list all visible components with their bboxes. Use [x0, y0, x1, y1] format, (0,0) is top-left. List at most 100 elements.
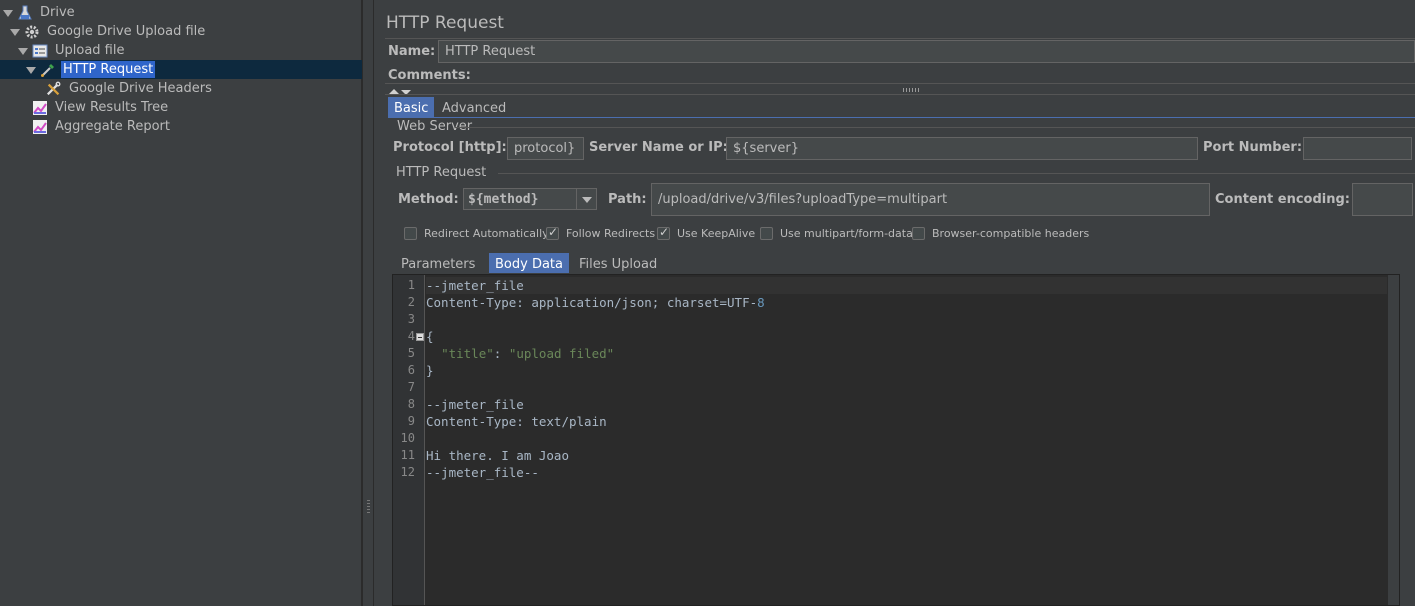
redirect-automatically-checkbox[interactable]: Redirect Automatically: [404, 227, 549, 240]
protocol-field[interactable]: protocol}: [507, 137, 584, 160]
tree-item-label: Upload file: [55, 43, 125, 58]
body-data-editor[interactable]: 1 2 3 4 5 6 7 8 9 10 11 12 --jmeter_file…: [392, 274, 1400, 606]
tab-advanced[interactable]: Advanced: [436, 99, 512, 118]
code-line: --jmeter_file: [426, 278, 524, 293]
divider: [385, 83, 1415, 84]
pipette-icon: [40, 62, 56, 78]
checkbox-box[interactable]: [760, 227, 773, 240]
follow-redirects-checkbox[interactable]: Follow Redirects: [546, 225, 656, 240]
panel-splitter[interactable]: [362, 0, 374, 606]
fold-icon[interactable]: [416, 333, 424, 341]
comments-label: Comments:: [388, 68, 471, 83]
use-multipart-checkbox[interactable]: Use multipart/form-data: [760, 227, 913, 240]
chevron-down-icon[interactable]: [576, 189, 596, 209]
line-number: 2: [407, 295, 415, 309]
method-label: Method:: [398, 192, 459, 207]
code-line: Content-Type: text/plain: [426, 414, 607, 429]
code-line: "title": "upload filed": [441, 346, 615, 361]
use-keepalive-checkbox[interactable]: Use KeepAlive: [657, 225, 756, 240]
tree-item-http-request[interactable]: HTTP Request: [0, 60, 362, 79]
tree-item-headers[interactable]: Google Drive Headers: [46, 79, 214, 98]
divider: [385, 94, 1415, 95]
method-value: ${method}: [468, 191, 539, 207]
http-request-panel: HTTP Request Name: HTTP Request Comments…: [375, 0, 1415, 606]
tree-item-aggregate-report[interactable]: Aggregate Report: [32, 117, 172, 136]
expand-arrow-icon[interactable]: [3, 8, 13, 18]
flask-icon: [17, 5, 33, 21]
editor-scrollbar[interactable]: [1387, 275, 1399, 605]
line-number: 4: [407, 329, 415, 343]
tree-item-drive[interactable]: Drive: [3, 3, 77, 22]
expand-arrow-icon[interactable]: [18, 46, 28, 56]
code-line: {: [426, 329, 434, 344]
content-encoding-label: Content encoding:: [1215, 192, 1350, 207]
content-encoding-field[interactable]: [1352, 183, 1413, 216]
line-number: 11: [400, 448, 415, 462]
tree-item-label: View Results Tree: [55, 100, 169, 115]
port-label: Port Number:: [1203, 140, 1303, 155]
checkbox-box[interactable]: [912, 227, 925, 240]
line-number-gutter: 1 2 3 4 5 6 7 8 9 10 11 12: [393, 275, 425, 605]
line-number: 1: [407, 278, 415, 292]
protocol-label: Protocol [http]:: [393, 140, 507, 155]
current-line-highlight: [426, 277, 1398, 294]
test-plan-tree[interactable]: Drive Google Drive Upload file Upload fi…: [0, 0, 362, 606]
divider-grip-icon[interactable]: [903, 88, 919, 92]
server-label: Server Name or IP:: [589, 140, 728, 155]
browser-compatible-headers-checkbox[interactable]: Browser-compatible headers: [912, 227, 1089, 240]
port-field[interactable]: [1303, 137, 1412, 160]
controller-icon: [32, 43, 48, 59]
line-number: 6: [407, 363, 415, 377]
name-field[interactable]: HTTP Request: [438, 40, 1415, 63]
tab-underline: [388, 117, 1415, 118]
code-line: --jmeter_file--: [426, 465, 539, 480]
tree-item-label: Google Drive Upload file: [47, 24, 206, 39]
expand-arrow-icon[interactable]: [10, 27, 20, 37]
checkbox-box[interactable]: [404, 227, 417, 240]
graph-icon: [32, 119, 48, 135]
line-number: 7: [407, 380, 415, 394]
divider: [385, 38, 1415, 39]
path-label: Path:: [608, 192, 647, 207]
method-select[interactable]: ${method}: [463, 188, 597, 210]
graph-icon: [32, 100, 48, 116]
code-line: Content-Type: application/json; charset=…: [426, 295, 765, 310]
checkbox-label: Redirect Automatically: [424, 227, 549, 240]
checkbox-box[interactable]: [657, 225, 670, 240]
line-number: 10: [400, 431, 415, 445]
tree-item-thread-group[interactable]: Google Drive Upload file: [10, 22, 207, 41]
checkbox-label: Follow Redirects: [566, 227, 656, 240]
tab-files-upload[interactable]: Files Upload: [573, 255, 663, 274]
checkbox-label: Use KeepAlive: [677, 227, 756, 240]
line-number: 9: [407, 414, 415, 428]
code-line: --jmeter_file: [426, 397, 524, 412]
line-number: 8: [407, 397, 415, 411]
tree-item-label: Drive: [40, 5, 75, 20]
line-number: 12: [400, 465, 415, 479]
server-field[interactable]: ${server}: [726, 137, 1198, 160]
tree-item-label: Google Drive Headers: [69, 81, 212, 96]
http-request-group-title: HTTP Request: [396, 165, 487, 180]
code-line: Hi there. I am Joao: [426, 448, 569, 463]
expand-arrow-icon[interactable]: [26, 65, 36, 75]
tree-item-label: Aggregate Report: [55, 119, 170, 134]
collapse-arrows-icon[interactable]: [389, 85, 413, 95]
code-line: }: [426, 363, 434, 378]
tab-body-data[interactable]: Body Data: [489, 253, 569, 273]
wrench-icon: [46, 81, 62, 97]
path-field[interactable]: /upload/drive/v3/files?uploadType=multip…: [651, 183, 1210, 216]
name-label: Name:: [388, 44, 436, 59]
line-number: 3: [407, 312, 415, 326]
divider: [498, 173, 1415, 174]
tree-item-upload-file[interactable]: Upload file: [18, 41, 126, 60]
gear-icon: [24, 24, 40, 40]
splitter-grip-icon[interactable]: [367, 500, 370, 514]
checkbox-box[interactable]: [546, 225, 559, 240]
checkbox-label: Use multipart/form-data: [780, 227, 913, 240]
tree-item-label: HTTP Request: [61, 61, 156, 78]
tab-basic[interactable]: Basic: [388, 97, 435, 117]
tree-item-view-results-tree[interactable]: View Results Tree: [32, 98, 170, 117]
line-number: 5: [407, 346, 415, 360]
checkbox-label: Browser-compatible headers: [932, 227, 1090, 240]
tab-parameters[interactable]: Parameters: [395, 255, 481, 274]
